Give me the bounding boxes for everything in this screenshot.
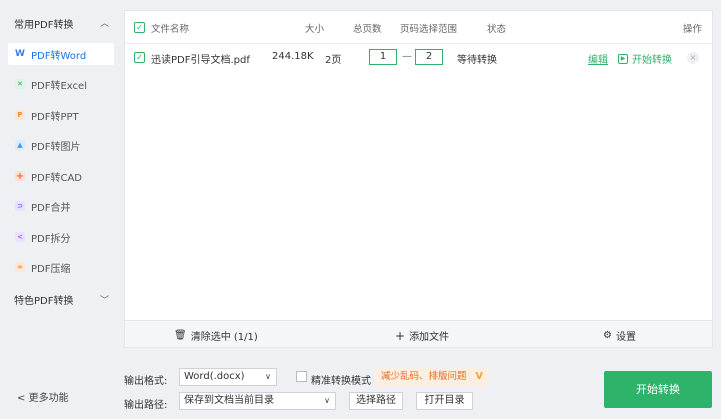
choose-path-button[interactable]: 选择路径	[349, 392, 403, 410]
excel-icon: ✕	[15, 79, 25, 89]
header-pages: 总页数	[353, 24, 382, 35]
header-file-name: 文件名称	[151, 24, 190, 35]
remove-file-icon[interactable]: ×	[687, 52, 699, 64]
cad-icon: +	[15, 170, 25, 182]
start-convert-button[interactable]: 开始转换	[604, 371, 712, 408]
sidebar-item-label: PDF转Word	[31, 50, 87, 62]
file-name: 迅读PDF引导文档.pdf	[151, 55, 250, 66]
group-feature-pdf[interactable]: 特色PDF转换 ﹀	[14, 292, 109, 307]
header-action: 操作	[683, 24, 703, 35]
page-count: 2页	[325, 55, 342, 66]
header-status: 状态	[487, 24, 507, 35]
sidebar-item-label: PDF转CAD	[31, 172, 83, 184]
chevron-up-icon: ︿	[100, 19, 110, 29]
more-features-link[interactable]: < 更多功能	[17, 389, 69, 404]
sidebar-item-label: PDF转Excel	[31, 80, 87, 92]
sidebar-item-pdf-compress[interactable]: ≈ PDF压缩	[8, 256, 114, 278]
sidebar-item-pdf-split[interactable]: < PDF拆分	[8, 226, 114, 248]
panel-footer: 🗑 清除选中 (1/1) + 添加文件 ⚙ 设置	[125, 320, 712, 347]
chevron-down-icon: ∨	[265, 372, 271, 381]
output-path-select[interactable]: 保存到文档当前目录 ∨	[179, 392, 336, 410]
image-icon: ▲	[15, 140, 25, 150]
sidebar-item-label: PDF合并	[31, 202, 71, 214]
group-feature-label: 特色PDF转换	[14, 296, 74, 307]
clear-label: 清除选中 (1/1)	[190, 332, 258, 343]
group-common-label: 常用PDF转换	[14, 20, 74, 31]
check-mark-icon: V	[475, 371, 483, 382]
range-dash: —	[402, 51, 412, 62]
word-icon: W	[15, 49, 25, 59]
edit-link[interactable]: 编辑	[588, 51, 608, 66]
precise-mode-tag: 减少乱码、排版问题 V	[375, 368, 489, 386]
output-path-value: 保存到文档当前目录	[184, 395, 274, 406]
row-start-label: 开始转换	[632, 55, 672, 66]
sidebar-item-pdf-word[interactable]: W PDF转Word	[8, 43, 114, 65]
ppt-icon: P	[15, 110, 25, 120]
group-common-pdf[interactable]: 常用PDF转换 ︿	[14, 16, 109, 31]
sidebar-item-label: PDF拆分	[31, 233, 71, 245]
row-start-convert-button[interactable]: ▶ 开始转换	[618, 51, 672, 66]
sidebar-item-pdf-ppt[interactable]: P PDF转PPT	[8, 104, 114, 126]
more-features-label: 更多功能	[28, 393, 69, 404]
chevron-left-icon: <	[17, 393, 26, 404]
row-checkbox[interactable]: ✓	[134, 52, 145, 63]
output-format-value: Word(.docx)	[184, 371, 245, 382]
file-list-panel: ✓ 文件名称 大小 总页数 页码选择范围 状态 操作 ✓ 迅读PDF引导文档.p…	[124, 10, 713, 348]
settings-button[interactable]: ⚙ 设置	[603, 328, 636, 343]
sidebar-item-pdf-merge[interactable]: ⊃ PDF合并	[8, 195, 114, 217]
sidebar-item-label: PDF转PPT	[31, 111, 79, 123]
header-size: 大小	[305, 24, 325, 35]
chevron-down-icon: ∨	[324, 396, 330, 405]
sidebar-item-label: PDF转图片	[31, 141, 81, 153]
gear-icon: ⚙	[603, 330, 612, 341]
play-icon: ▶	[618, 53, 628, 64]
chevron-down-icon: ﹀	[100, 296, 110, 306]
header-page-range: 页码选择范围	[400, 24, 458, 35]
plus-icon: +	[395, 328, 406, 343]
sidebar-item-pdf-image[interactable]: ▲ PDF转图片	[8, 134, 114, 156]
merge-icon: ⊃	[15, 201, 25, 211]
settings-label: 设置	[615, 332, 636, 343]
trash-icon: 🗑	[174, 330, 187, 341]
compress-icon: ≈	[15, 262, 25, 272]
output-format-label: 输出格式:	[124, 376, 168, 387]
file-size: 244.18K	[272, 51, 314, 62]
tag-label: 减少乱码、排版问题	[381, 371, 467, 382]
clear-selected-button[interactable]: 🗑 清除选中 (1/1)	[174, 328, 258, 343]
select-all-checkbox[interactable]: ✓	[134, 22, 145, 33]
sidebar-item-label: PDF压缩	[31, 263, 71, 275]
output-format-select[interactable]: Word(.docx) ∨	[179, 368, 277, 386]
sidebar-item-pdf-excel[interactable]: ✕ PDF转Excel	[8, 73, 114, 95]
precise-mode-label: 精准转换模式	[311, 376, 371, 387]
page-from-input[interactable]: 1	[369, 49, 397, 65]
sidebar-item-pdf-cad[interactable]: + PDF转CAD	[8, 165, 114, 187]
header-divider	[125, 43, 712, 44]
split-icon: <	[15, 232, 25, 242]
add-file-button[interactable]: + 添加文件	[395, 328, 450, 344]
row-status: 等待转换	[457, 55, 497, 66]
page-to-input[interactable]: 2	[415, 49, 443, 65]
add-file-label: 添加文件	[409, 332, 450, 343]
sidebar: 常用PDF转换 ︿ W PDF转Word ✕ PDF转Excel P PDF转P…	[0, 0, 118, 419]
open-directory-button[interactable]: 打开目录	[416, 392, 473, 410]
output-path-label: 输出路径:	[124, 400, 168, 411]
precise-mode-checkbox[interactable]	[296, 371, 307, 382]
